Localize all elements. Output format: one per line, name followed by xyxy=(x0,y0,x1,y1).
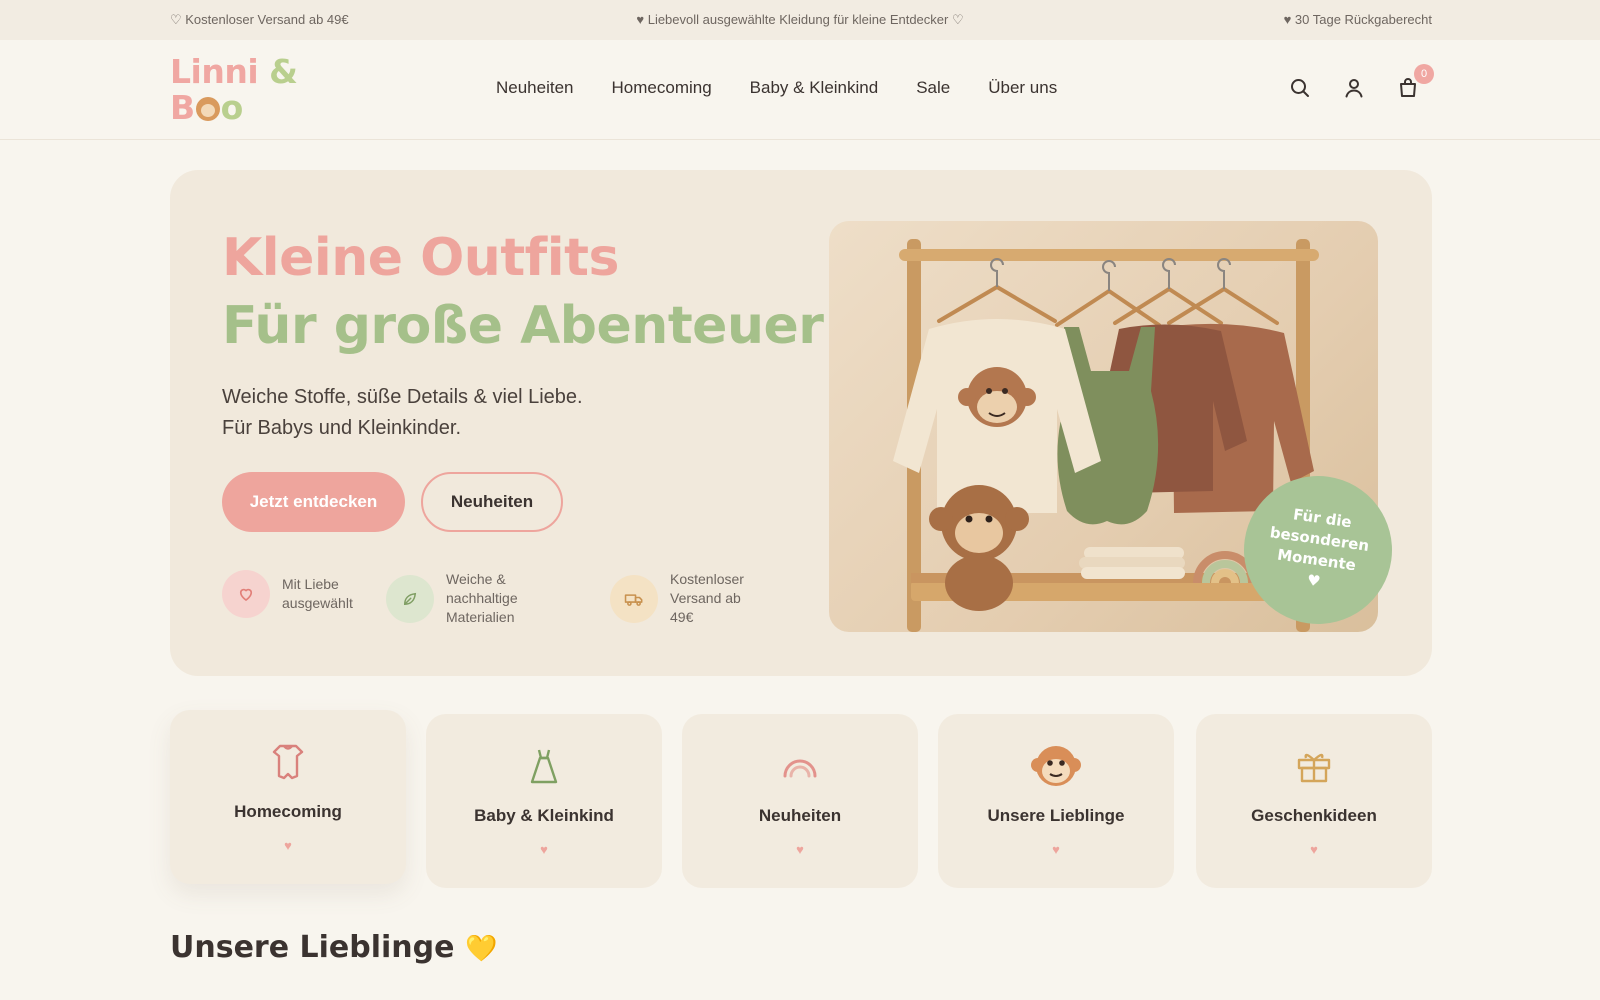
shopping-bag-icon[interactable]: 0 xyxy=(1396,64,1434,100)
category-heart-icon: ♥ xyxy=(796,842,804,857)
category-label: Geschenkideen xyxy=(1251,806,1377,825)
category-heart-icon: ♥ xyxy=(540,842,548,857)
cart-count-badge: 0 xyxy=(1414,64,1434,84)
shipping-note: ♡ Kostenloser Versand ab 49€ xyxy=(170,12,349,27)
monkey-icon xyxy=(938,742,1174,790)
logo-text-1: Linni xyxy=(170,52,259,91)
feature-love: Mit Liebe ausgewählt xyxy=(222,570,362,618)
tagline-note: ♥ Liebevoll ausgewählte Kleidung für kle… xyxy=(636,12,964,27)
search-icon[interactable] xyxy=(1288,76,1312,100)
main-nav: Neuheiten Homecoming Baby & Kleinkind Sa… xyxy=(496,78,1057,98)
announcement-bar: ♡ Kostenloser Versand ab 49€ ♥ Liebevoll… xyxy=(0,0,1600,40)
category-card-geschenkideen[interactable]: Geschenkideen ♥ xyxy=(1196,714,1432,888)
feature-materials: Weiche & nachhaltige Materialien xyxy=(386,570,542,627)
discover-button[interactable]: Jetzt entdecken xyxy=(222,472,405,532)
nav-item-sale[interactable]: Sale xyxy=(916,78,950,98)
hero-subtitle-line2: Für Babys und Kleinkinder. xyxy=(222,417,462,439)
category-card-baby-kleinkind[interactable]: Baby & Kleinkind ♥ xyxy=(426,714,662,888)
nav-item-neuheiten[interactable]: Neuheiten xyxy=(496,78,574,98)
truck-icon xyxy=(610,574,658,623)
logo-text-3: B xyxy=(170,88,195,127)
category-heart-icon: ♥ xyxy=(1310,842,1318,857)
feature-materials-text: Weiche & nachhaltige Materialien xyxy=(446,571,518,625)
hero-section: Kleine Outfits Für große Abenteuer Weich… xyxy=(170,170,1432,676)
leaf-icon xyxy=(386,574,434,623)
rainbow-icon xyxy=(682,742,918,790)
nav-item-baby-kleinkind[interactable]: Baby & Kleinkind xyxy=(750,78,879,98)
category-label: Neuheiten xyxy=(758,806,842,825)
category-label: Baby & Kleinkind xyxy=(474,806,614,825)
gift-icon xyxy=(1196,742,1432,790)
dress-icon xyxy=(426,742,662,790)
nav-item-homecoming[interactable]: Homecoming xyxy=(612,78,712,98)
category-grid: Homecoming ♥ Baby & Kleinkind ♥ Neuheite… xyxy=(170,710,1432,888)
hero-title-line2: Für große Abenteuer xyxy=(222,296,824,356)
category-label: Homecoming xyxy=(234,802,342,821)
logo[interactable]: Linni & Bo xyxy=(170,54,300,126)
logo-monkey-icon xyxy=(195,97,220,121)
yellow-heart-icon: 💛 xyxy=(464,934,498,964)
category-card-homecoming[interactable]: Homecoming ♥ xyxy=(170,710,406,884)
logo-text-2: & xyxy=(258,52,298,91)
site-header: Linni & Bo Neuheiten Homecoming Baby & K… xyxy=(0,40,1600,140)
category-card-unsere-lieblinge[interactable]: Unsere Lieblinge ♥ xyxy=(938,714,1174,888)
new-arrivals-button[interactable]: Neuheiten xyxy=(421,472,563,532)
heart-icon xyxy=(222,570,270,618)
category-label: Unsere Lieblinge xyxy=(987,806,1125,825)
feature-shipping: Kostenloser Versand ab 49€ xyxy=(610,570,760,627)
nav-item-ueber-uns[interactable]: Über uns xyxy=(988,78,1057,98)
moments-badge-heart: ♥ xyxy=(1305,570,1322,591)
header-actions: 0 xyxy=(1288,64,1434,100)
favorites-heading-text: Unsere Lieblinge xyxy=(170,930,455,965)
category-card-neuheiten[interactable]: Neuheiten ♥ xyxy=(682,714,918,888)
feature-love-text: Mit Liebe ausgewählt xyxy=(282,576,353,611)
bodysuit-icon xyxy=(170,738,406,786)
category-heart-icon: ♥ xyxy=(1052,842,1060,857)
logo-text-4: o xyxy=(220,88,244,127)
hero-subtitle: Weiche Stoffe, süße Details & viel Liebe… xyxy=(222,382,682,444)
feature-shipping-text: Kostenloser Versand ab 49€ xyxy=(670,571,744,625)
hero-title-line1: Kleine Outfits xyxy=(222,228,619,288)
favorites-heading: Unsere Lieblinge 💛 xyxy=(170,930,497,965)
hero-subtitle-line1: Weiche Stoffe, süße Details & viel Liebe… xyxy=(222,386,583,408)
category-heart-icon: ♥ xyxy=(284,838,292,853)
returns-note: ♥ 30 Tage Rückgaberecht xyxy=(1283,12,1432,27)
user-icon[interactable] xyxy=(1342,76,1366,100)
